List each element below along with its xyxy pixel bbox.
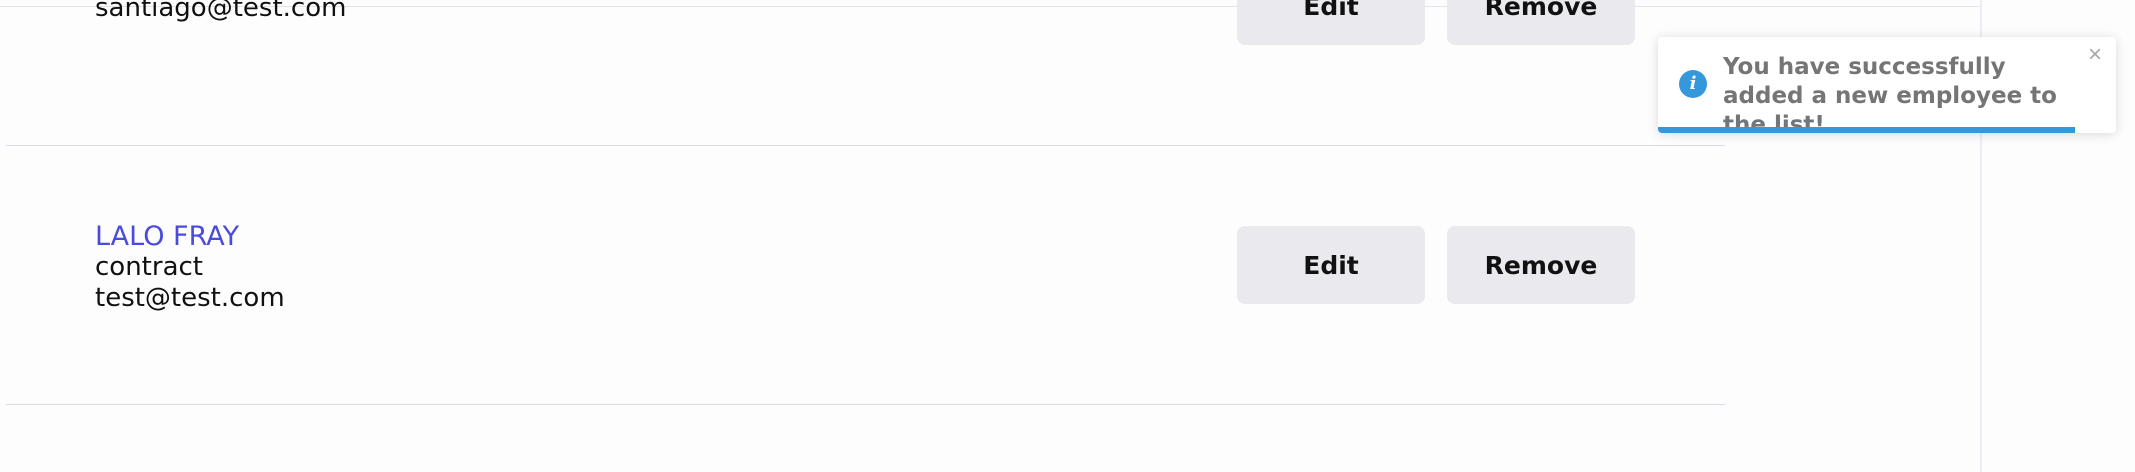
employee-email: santiago@test.com <box>95 0 347 23</box>
close-icon[interactable]: × <box>2088 43 2102 67</box>
remove-button[interactable]: Remove <box>1447 226 1635 304</box>
edit-button[interactable]: Edit <box>1237 226 1425 304</box>
employee-row: permanent santiago@test.com Edit Remove <box>6 0 1725 146</box>
employee-name[interactable]: LALO FRAY <box>95 221 285 252</box>
info-icon: i <box>1679 70 1707 98</box>
employee-actions: Edit Remove <box>1237 226 1635 304</box>
employee-list: permanent santiago@test.com Edit Remove … <box>0 0 1725 472</box>
edit-button[interactable]: Edit <box>1237 0 1425 45</box>
toast-progress-bar <box>1658 127 2075 133</box>
employee-info: permanent santiago@test.com <box>95 0 346 24</box>
employee-type: contract <box>95 252 203 282</box>
employee-actions: Edit Remove <box>1237 0 1635 45</box>
toast-message: You have successfully added a new employ… <box>1723 54 2057 133</box>
employee-info: LALO FRAY contract test@test.com <box>95 221 285 314</box>
employee-email: test@test.com <box>95 283 285 313</box>
success-toast[interactable]: i You have successfully added a new empl… <box>1658 37 2116 133</box>
employee-row: LALO FRAY contract test@test.com Edit Re… <box>6 146 1725 405</box>
remove-button[interactable]: Remove <box>1447 0 1635 45</box>
employee-page: permanent santiago@test.com Edit Remove … <box>0 0 2135 472</box>
